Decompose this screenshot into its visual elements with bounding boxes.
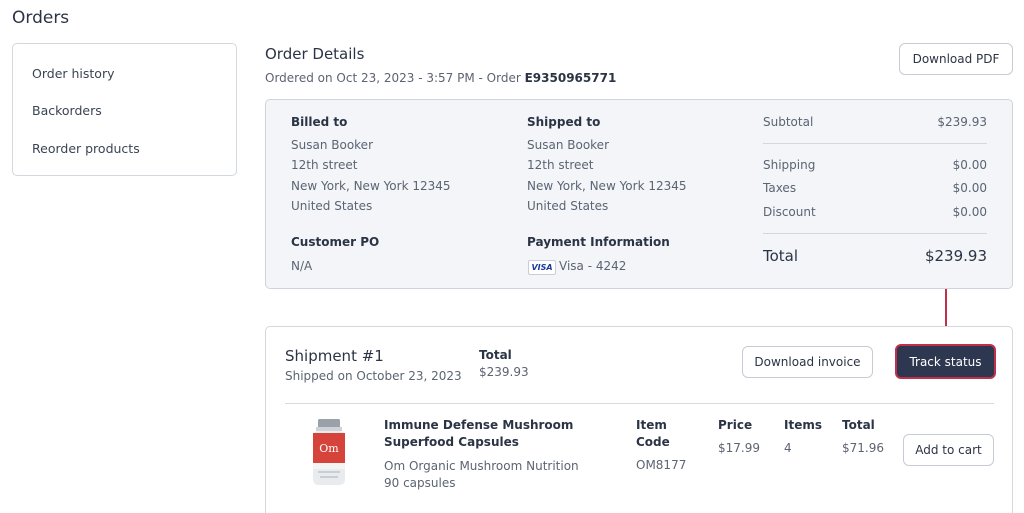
shipment-total-label: Total [479,348,512,362]
items-value: 4 [784,441,792,455]
shipping-label: Shipping [763,158,816,172]
order-meta: Ordered on Oct 23, 2023 - 3:57 PM - Orde… [265,71,616,85]
billed-to-heading: Billed to [291,115,348,129]
line-total-header: Total [842,418,875,432]
shipment-title: Shipment #1 [285,347,384,365]
track-status-button[interactable]: Track status [895,344,996,379]
customer-po-heading: Customer PO [291,235,380,249]
shipped-city: New York, New York 12345 [527,179,687,193]
visa-card-icon: VISA [528,260,556,275]
order-details-title: Order Details [265,45,365,63]
payment-heading: Payment Information [527,235,670,249]
item-code-header: Item Code [636,417,670,451]
order-date-text: Ordered on Oct 23, 2023 - 3:57 PM - Orde… [265,71,525,85]
shipped-street: 12th street [527,158,594,172]
total-value: $239.93 [924,247,987,265]
total-label: Total [763,247,799,265]
item-code-header-line1: Item [636,418,667,432]
price-header: Price [718,418,753,432]
shipped-country: United States [527,199,609,213]
items-header: Items [784,418,822,432]
shipment-date: Shipped on October 23, 2023 [285,369,462,383]
product-logo-text: Om [319,442,339,455]
download-pdf-button[interactable]: Download PDF [899,43,1013,75]
add-to-cart-button[interactable]: Add to cart [903,434,994,466]
download-invoice-button[interactable]: Download invoice [742,346,873,378]
shipment-divider [285,403,994,404]
order-summary-panel: Billed to Susan Booker 12th street New Y… [265,99,1013,289]
product-image: Om [313,419,345,485]
taxes-value: $0.00 [952,181,987,195]
shipping-value: $0.00 [952,158,987,172]
shipped-to-heading: Shipped to [527,115,601,129]
discount-value: $0.00 [952,205,987,219]
sidebar-item-order-history[interactable]: Order history [32,66,115,81]
totals-divider-bottom [763,233,987,234]
order-number: E9350965771 [524,71,617,85]
sidebar: Order history Backorders Reorder product… [12,43,237,176]
item-code-header-line2: Code [636,435,670,449]
billed-city: New York, New York 12345 [291,179,451,193]
totals-divider-top [763,143,987,144]
product-brand: Om Organic Mushroom Nutrition [384,459,579,473]
billed-name: Susan Booker [291,138,374,152]
discount-label: Discount [763,205,816,219]
line-total-value: $71.96 [842,441,884,455]
sidebar-item-reorder-products[interactable]: Reorder products [32,141,140,156]
billed-street: 12th street [291,158,358,172]
taxes-label: Taxes [763,181,797,195]
customer-po-value: N/A [291,259,313,273]
shipment-total-value: $239.93 [479,365,529,379]
page-title: Orders [12,8,70,28]
price-value: $17.99 [718,441,760,455]
subtotal-label: Subtotal [763,115,814,129]
shipment-card: Shipment #1 Shipped on October 23, 2023 … [265,326,1013,513]
product-size: 90 capsules [384,476,456,490]
product-name[interactable]: Immune Defense Mushroom Superfood Capsul… [384,417,624,451]
item-code-value: OM8177 [636,458,687,472]
billed-country: United States [291,199,373,213]
shipped-name: Susan Booker [527,138,610,152]
subtotal-value: $239.93 [937,115,987,129]
sidebar-item-backorders[interactable]: Backorders [32,103,102,118]
payment-value: Visa - 4242 [559,259,627,273]
